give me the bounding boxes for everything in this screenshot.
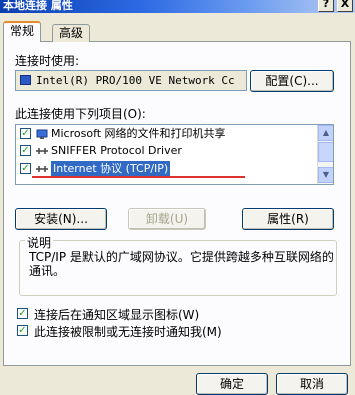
properties-button[interactable]: 属性(R) xyxy=(242,208,334,230)
adapter-field: Intel(R) PRO/100 VE Network Cc xyxy=(15,70,247,91)
service-icon xyxy=(36,129,48,139)
show-icon-option[interactable]: ✓ 连接后在通知区域显示图标(W) xyxy=(17,306,317,322)
list-item[interactable]: ✓ Microsoft 网络的文件和打印机共享 xyxy=(18,126,316,142)
protocol-icon xyxy=(36,166,48,172)
components-label: 此连接使用下列项目(O): xyxy=(15,107,146,121)
checkbox[interactable]: ✓ xyxy=(20,163,31,174)
scroll-up-icon[interactable]: ▲ xyxy=(318,125,333,141)
configure-button[interactable]: 配置(C)... xyxy=(250,70,334,92)
close-button[interactable]: X xyxy=(337,0,353,12)
list-scrollbar[interactable]: ▲ ▼ xyxy=(317,125,333,184)
checkbox[interactable]: ✓ xyxy=(20,128,31,139)
scroll-thumb[interactable] xyxy=(318,142,333,162)
install-button[interactable]: 安装(N)... xyxy=(15,208,107,230)
scroll-down-icon[interactable]: ▼ xyxy=(318,167,333,183)
notify-checkbox[interactable]: ✓ xyxy=(17,325,28,336)
window-title: 本地连接 属性 xyxy=(3,0,73,12)
help-button[interactable]: ? xyxy=(318,0,334,12)
notify-label: 此连接被限制或无连接时通知我(M) xyxy=(34,325,222,339)
notify-option[interactable]: ✓ 此连接被限制或无连接时通知我(M) xyxy=(17,323,317,339)
item-label: Internet 协议 (TCP/IP) xyxy=(51,161,171,177)
protocol-icon xyxy=(36,148,48,154)
show-icon-checkbox[interactable]: ✓ xyxy=(17,308,28,319)
tab-advanced[interactable]: 高级 xyxy=(52,24,91,42)
list-item[interactable]: ✓ Internet 协议 (TCP/IP) xyxy=(18,161,316,177)
description-title: 说明 xyxy=(25,234,54,251)
title-bar: 本地连接 属性 ? X xyxy=(0,0,355,13)
item-label: SNIFFER Protocol Driver xyxy=(51,144,182,157)
tab-strip: 常规 高级 xyxy=(0,13,355,43)
item-label: Microsoft 网络的文件和打印机共享 xyxy=(51,127,226,140)
checkbox[interactable]: ✓ xyxy=(20,145,31,156)
list-item[interactable]: ✓ SNIFFER Protocol Driver xyxy=(18,143,316,159)
adapter-name: Intel(R) PRO/100 VE Network Cc xyxy=(36,74,235,87)
description-text: TCP/IP 是默认的广域网协议。它提供跨越多种互联网络的通讯。 xyxy=(29,250,334,278)
network-card-icon xyxy=(20,75,31,85)
connect-using-label: 连接时使用: xyxy=(15,54,80,68)
uninstall-button[interactable]: 卸载(U) xyxy=(128,208,206,230)
tab-general[interactable]: 常规 xyxy=(3,21,42,42)
show-icon-label: 连接后在通知区域显示图标(W) xyxy=(34,308,200,322)
annotation-underline xyxy=(32,176,245,178)
